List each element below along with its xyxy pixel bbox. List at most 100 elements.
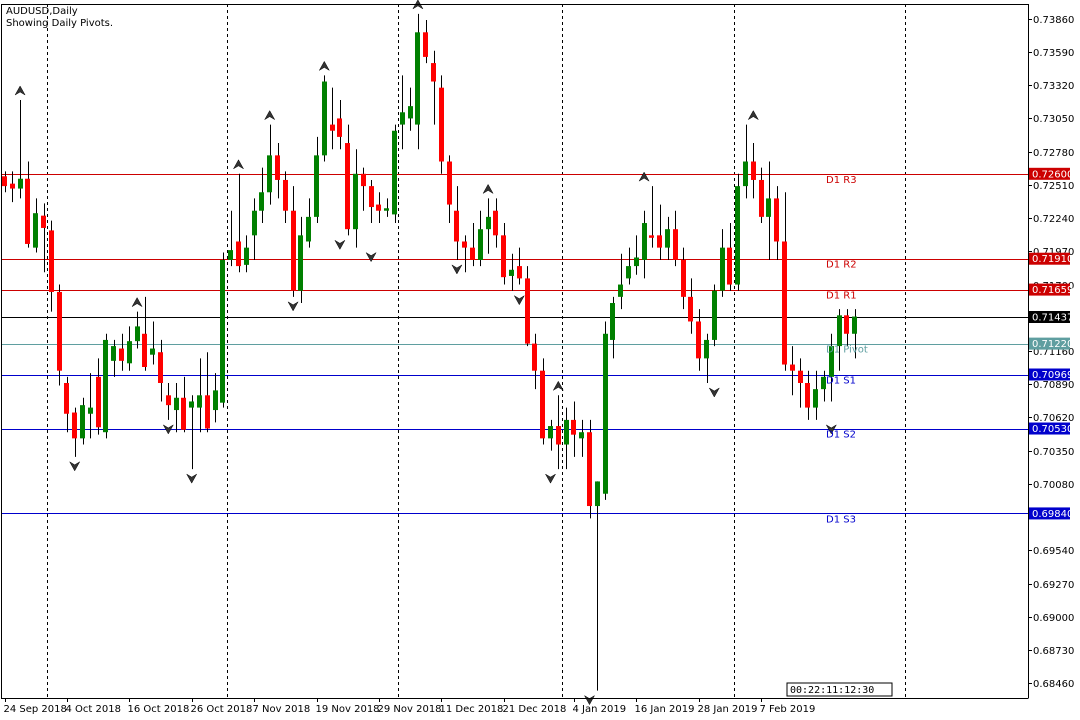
candle-body bbox=[657, 235, 662, 248]
candle-body bbox=[330, 124, 335, 131]
candle-body bbox=[470, 247, 475, 260]
candle-body bbox=[267, 155, 272, 193]
candle-body bbox=[392, 130, 397, 215]
candle bbox=[681, 247, 686, 310]
candle-body bbox=[57, 291, 62, 371]
x-tick-label: 11 Dec 2018 bbox=[440, 704, 504, 715]
candle bbox=[782, 192, 787, 371]
candle-body bbox=[642, 223, 647, 260]
candle bbox=[384, 198, 389, 217]
candle-body bbox=[275, 155, 280, 180]
fractal-down-marker bbox=[451, 264, 463, 275]
candle bbox=[181, 376, 186, 433]
candle bbox=[400, 75, 405, 150]
candle bbox=[595, 481, 600, 691]
candle-body bbox=[704, 339, 709, 359]
fractal-down-marker bbox=[334, 239, 346, 250]
candle-body bbox=[564, 419, 569, 445]
x-tick-label: 7 Nov 2018 bbox=[253, 704, 311, 715]
candle bbox=[275, 143, 280, 199]
candle bbox=[298, 216, 303, 304]
candle bbox=[392, 124, 397, 224]
candle bbox=[610, 296, 615, 359]
candle bbox=[735, 173, 740, 291]
candle-body bbox=[720, 247, 725, 291]
candle-body bbox=[181, 397, 186, 430]
current-price-text: 0.71437 bbox=[1032, 313, 1073, 324]
candle bbox=[454, 186, 459, 260]
candle-body bbox=[384, 208, 389, 211]
candle-body bbox=[306, 216, 311, 242]
candle bbox=[727, 223, 732, 291]
candle bbox=[330, 87, 335, 150]
candle-body bbox=[80, 405, 85, 439]
candle-body bbox=[25, 178, 30, 244]
x-tick-label: 16 Jan 2019 bbox=[635, 704, 695, 715]
candle-body bbox=[509, 269, 514, 276]
candle-body bbox=[337, 118, 342, 137]
candle-body bbox=[18, 178, 23, 189]
fractal-down-marker bbox=[544, 473, 557, 484]
candle bbox=[798, 358, 803, 408]
y-tick-label: 0.73590 bbox=[1033, 48, 1074, 59]
level-price-box: 0.71659 bbox=[1029, 283, 1073, 296]
y-axis-ticks: 0.73860 0.73590 0.73320 0.73050 0.72780 0.725… bbox=[1028, 15, 1074, 690]
x-tick-label: 19 Nov 2018 bbox=[316, 704, 380, 715]
candle bbox=[564, 407, 569, 470]
level-price-box: 0.72600 bbox=[1029, 167, 1073, 180]
candle bbox=[665, 216, 670, 260]
candle-body bbox=[423, 32, 428, 57]
x-tick-label: 28 Jan 2019 bbox=[698, 704, 758, 715]
y-tick-label: 0.72780 bbox=[1033, 148, 1074, 159]
candle-body bbox=[673, 229, 678, 260]
candle-body bbox=[727, 247, 732, 285]
level-label-d1-r1: D1 R1 bbox=[826, 291, 857, 302]
candle-body bbox=[314, 155, 319, 217]
candle-body bbox=[111, 346, 116, 361]
y-tick-label: 0.70350 bbox=[1033, 447, 1074, 458]
candle-body bbox=[454, 210, 459, 242]
candle bbox=[111, 339, 116, 377]
axes bbox=[1, 4, 1029, 699]
x-axis-ticks: 24 Sep 20184 Oct 2018 16 Oct 2018 26 Oct 2… bbox=[4, 698, 815, 715]
level-label-d1-s3: D1 S3 bbox=[826, 514, 856, 525]
y-tick-label: 0.73050 bbox=[1033, 114, 1074, 125]
candle-body bbox=[618, 284, 623, 297]
candle bbox=[322, 75, 327, 162]
candle bbox=[306, 198, 311, 248]
candle bbox=[844, 309, 849, 347]
candle bbox=[49, 220, 54, 312]
candle bbox=[408, 87, 413, 131]
candle bbox=[205, 352, 210, 433]
candle-body bbox=[158, 352, 163, 383]
candle bbox=[813, 370, 818, 420]
candle bbox=[220, 252, 225, 408]
candle bbox=[556, 395, 561, 470]
candle bbox=[774, 186, 779, 260]
candle-body bbox=[790, 364, 795, 371]
candle bbox=[197, 358, 202, 433]
candle bbox=[337, 99, 342, 150]
candle bbox=[267, 124, 272, 205]
fractal-up-marker bbox=[552, 380, 564, 391]
candle bbox=[532, 333, 537, 390]
candle bbox=[493, 198, 498, 248]
candle bbox=[673, 210, 678, 267]
candle bbox=[525, 266, 530, 347]
fractal-up-marker bbox=[747, 110, 759, 121]
x-tick-label: 4 Jan 2019 bbox=[573, 704, 627, 715]
fractal-up-marker bbox=[232, 159, 245, 170]
x-tick-label: 21 Dec 2018 bbox=[503, 704, 567, 715]
candle bbox=[439, 75, 444, 174]
level-price-box: 0.71220 bbox=[1029, 337, 1073, 350]
candle-body bbox=[665, 229, 670, 248]
level-label-d1-s1: D1 S1 bbox=[826, 376, 856, 387]
candle bbox=[57, 284, 62, 386]
candle bbox=[283, 171, 288, 224]
price-chart[interactable]: 0.73860 0.73590 0.73320 0.73050 0.72780 0.725… bbox=[0, 0, 1080, 720]
candle-body bbox=[696, 321, 701, 359]
y-tick-label: 0.72510 bbox=[1033, 181, 1074, 192]
candle-body bbox=[353, 173, 358, 230]
y-tick-label: 0.70890 bbox=[1033, 380, 1074, 391]
candle bbox=[423, 19, 428, 64]
